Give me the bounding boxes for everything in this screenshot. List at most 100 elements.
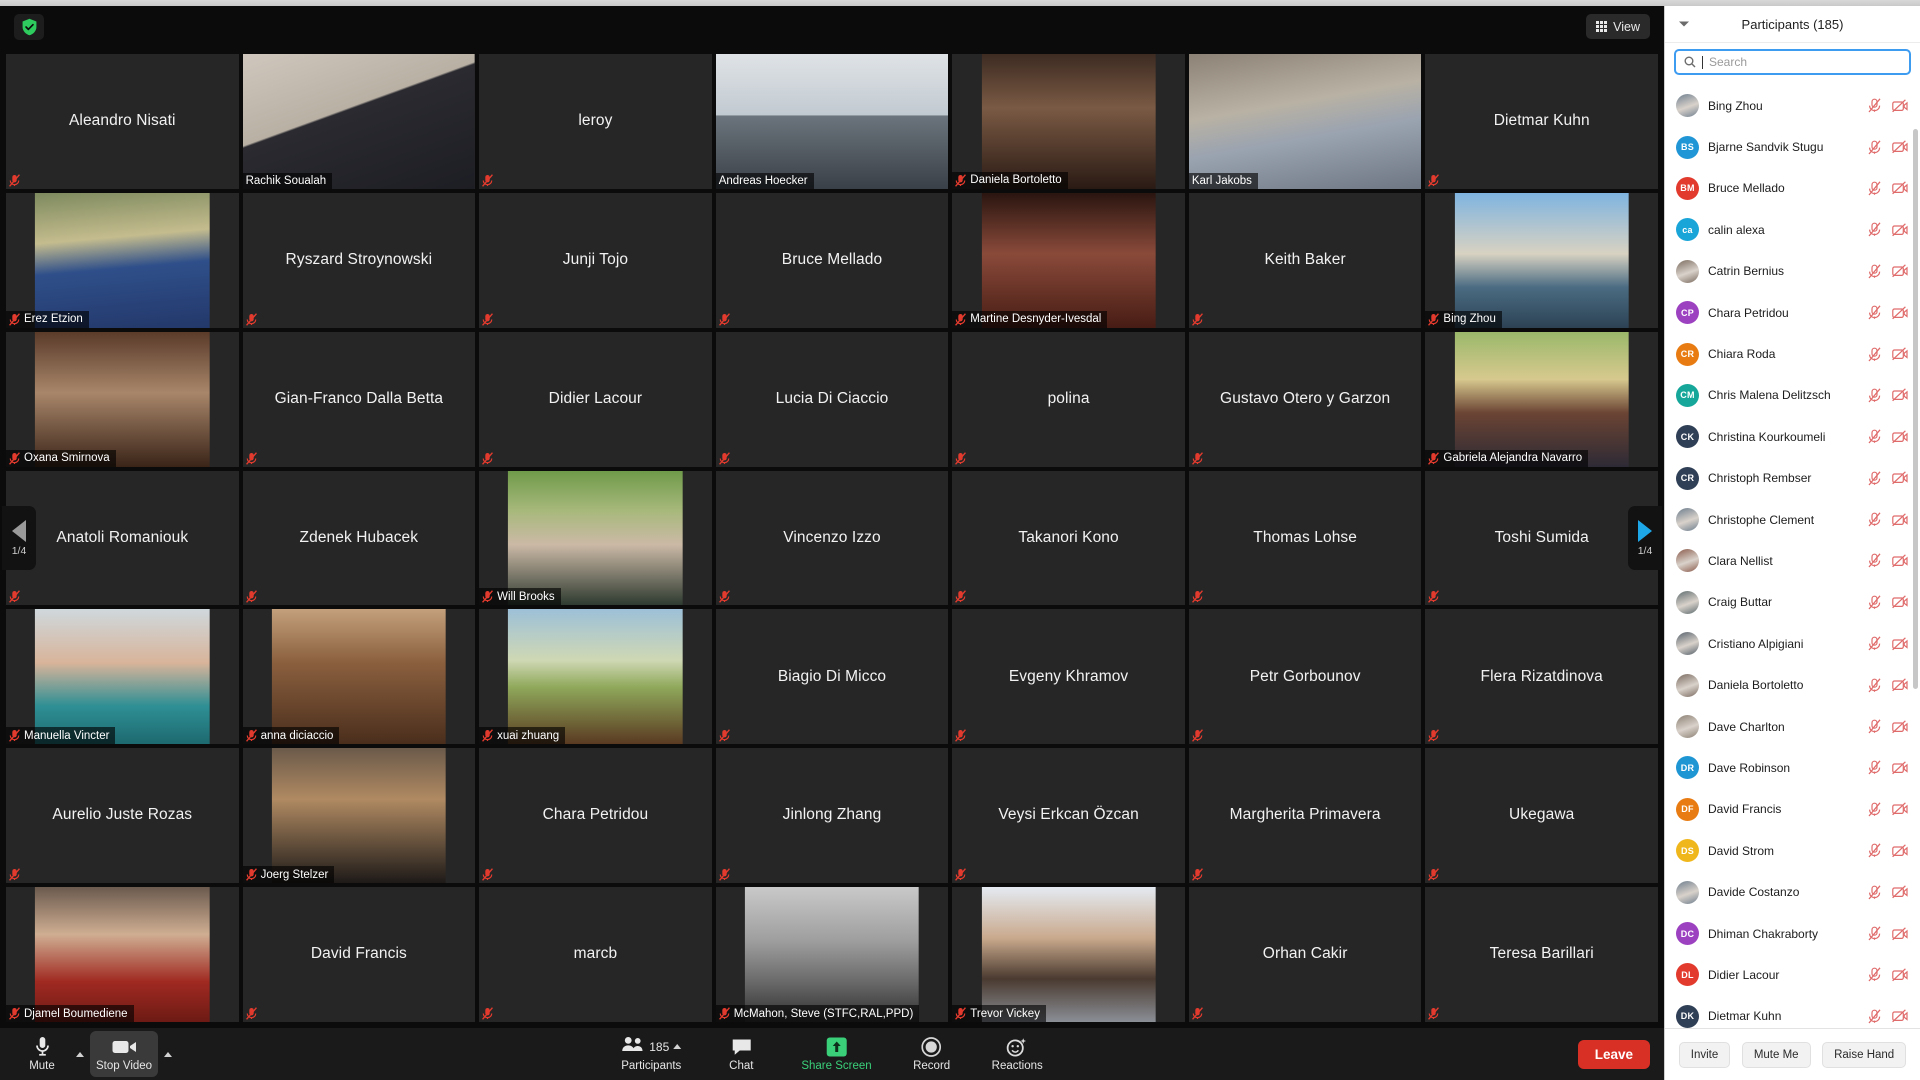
video-tile[interactable]: Dietmar Kuhn (1425, 54, 1658, 189)
video-off-icon[interactable] (1892, 554, 1908, 568)
mic-muted-icon[interactable] (1868, 1009, 1881, 1024)
mic-muted-icon[interactable] (1868, 843, 1881, 858)
video-tile[interactable]: Erez Etzion (6, 192, 239, 328)
participants-list[interactable]: Bing Zhou BS Bjarne Sandvik Stugu BM Bruce… (1665, 83, 1920, 1028)
participant-row[interactable]: DF David Francis (1665, 789, 1920, 830)
video-off-icon[interactable] (1892, 140, 1908, 154)
participant-row[interactable]: CR Chiara Roda (1665, 333, 1920, 374)
video-tile[interactable]: Evgeny Khramov (952, 609, 1185, 745)
video-tile[interactable]: Joerg Stelzer (242, 748, 476, 884)
video-off-icon[interactable] (1892, 512, 1908, 527)
video-tile[interactable]: Teresa Barillari (1425, 887, 1658, 1022)
previous-page-button[interactable]: 1/4 (2, 506, 36, 570)
mic-muted-icon[interactable] (1868, 760, 1881, 775)
video-tile[interactable]: Anatoli Romaniouk (6, 470, 239, 606)
video-off-icon[interactable] (1892, 181, 1908, 195)
view-button[interactable]: View (1586, 14, 1650, 39)
participant-row[interactable]: Bing Zhou (1665, 85, 1920, 126)
share-screen-button[interactable]: Share Screen (795, 1031, 877, 1077)
video-off-icon[interactable] (1892, 264, 1908, 278)
video-tile[interactable]: Djamel Boumediene (6, 887, 239, 1022)
video-tile[interactable]: Ryszard Stroynowski (242, 192, 476, 328)
raise-hand-button[interactable]: Raise Hand (1822, 1041, 1907, 1068)
video-tile[interactable]: Aurelio Juste Rozas (6, 748, 239, 884)
video-off-icon[interactable] (1892, 595, 1908, 609)
video-tile[interactable]: Aleandro Nisati (6, 54, 239, 189)
participant-row[interactable]: BS Bjarne Sandvik Stugu (1665, 126, 1920, 167)
mic-muted-icon[interactable] (1868, 429, 1881, 444)
video-tile[interactable]: xuai zhuang (479, 609, 712, 745)
mic-muted-icon[interactable] (1868, 305, 1881, 320)
participant-row[interactable]: Clara Nellist (1665, 540, 1920, 581)
video-tile[interactable]: Karl Jakobs (1188, 54, 1422, 189)
video-tile[interactable]: marcb (479, 887, 712, 1022)
video-off-icon[interactable] (1892, 223, 1908, 237)
search-input[interactable] (1709, 55, 1901, 69)
mic-muted-icon[interactable] (1868, 512, 1881, 527)
video-off-icon[interactable] (1892, 926, 1908, 941)
video-off-icon[interactable] (1892, 388, 1908, 402)
participant-row[interactable]: DK Dietmar Kuhn (1665, 996, 1920, 1028)
video-tile[interactable]: Trevor Vickey (952, 887, 1185, 1022)
video-tile[interactable]: Takanori Kono (952, 470, 1185, 606)
video-tile[interactable]: Rachik Soualah (242, 54, 476, 189)
participant-row[interactable]: CP Chara Petridou (1665, 292, 1920, 333)
video-off-icon[interactable] (1892, 844, 1908, 858)
video-tile[interactable]: Manuella Vincter (6, 609, 239, 745)
leave-button[interactable]: Leave (1577, 1039, 1650, 1069)
video-tile[interactable]: Zdenek Hubacek (242, 470, 476, 606)
video-tile[interactable]: Chara Petridou (479, 748, 712, 884)
mic-muted-icon[interactable] (1868, 636, 1881, 651)
video-tile[interactable]: Ukegawa (1425, 748, 1658, 884)
mic-muted-icon[interactable] (1868, 139, 1881, 155)
video-tile[interactable]: Orhan Cakir (1188, 887, 1422, 1022)
video-tile[interactable]: Oxana Smirnova (6, 331, 239, 467)
security-button[interactable] (14, 14, 44, 40)
participants-button[interactable]: 185 Participants (615, 1031, 687, 1077)
video-off-icon[interactable] (1892, 471, 1908, 485)
mic-muted-icon[interactable] (1868, 926, 1881, 941)
video-off-icon[interactable] (1892, 637, 1908, 651)
mic-muted-icon[interactable] (1868, 222, 1881, 237)
stop-video-button[interactable]: Stop Video (90, 1031, 159, 1077)
mic-muted-icon[interactable] (1868, 388, 1881, 403)
mic-muted-icon[interactable] (1868, 884, 1881, 900)
participant-row[interactable]: Daniela Bortoletto (1665, 664, 1920, 705)
video-tile[interactable]: Bruce Mellado (715, 192, 949, 328)
mic-muted-icon[interactable] (1868, 719, 1881, 734)
video-tile[interactable]: leroy (479, 54, 712, 189)
mic-muted-icon[interactable] (1868, 967, 1881, 982)
video-off-icon[interactable] (1892, 99, 1908, 113)
participant-row[interactable]: Cristiano Alpigiani (1665, 623, 1920, 664)
invite-button[interactable]: Invite (1678, 1041, 1731, 1068)
video-tile[interactable]: Gabriela Alejandra Navarro (1425, 331, 1658, 467)
participant-row[interactable]: ca calin alexa (1665, 209, 1920, 250)
video-tile[interactable]: Andreas Hoecker (715, 54, 949, 189)
participant-row[interactable]: Davide Costanzo (1665, 871, 1920, 912)
video-tile[interactable]: Martine Desnyder-Ivesdal (952, 192, 1185, 328)
video-tile[interactable]: Keith Baker (1188, 192, 1422, 328)
video-off-icon[interactable] (1892, 347, 1908, 361)
video-off-icon[interactable] (1892, 885, 1908, 899)
chat-button[interactable]: Chat (713, 1031, 769, 1077)
participant-row[interactable]: DL Didier Lacour (1665, 954, 1920, 995)
participant-row[interactable]: BM Bruce Mellado (1665, 168, 1920, 209)
mic-muted-icon[interactable] (1868, 802, 1881, 817)
video-tile[interactable]: anna diciaccio (242, 609, 476, 745)
video-tile[interactable]: Petr Gorbounov (1188, 609, 1422, 745)
mic-muted-icon[interactable] (1868, 678, 1881, 693)
video-tile[interactable]: Toshi Sumida (1425, 470, 1658, 606)
mic-muted-icon[interactable] (1868, 471, 1881, 486)
mic-muted-icon[interactable] (1868, 553, 1881, 568)
video-tile[interactable]: Biagio Di Micco (715, 609, 949, 745)
video-tile[interactable]: Jinlong Zhang (715, 748, 949, 884)
video-tile[interactable]: Will Brooks (479, 470, 712, 606)
video-tile[interactable]: Gustavo Otero y Garzon (1188, 331, 1422, 467)
mic-muted-icon[interactable] (1868, 264, 1881, 279)
participant-row[interactable]: Christophe Clement (1665, 499, 1920, 540)
video-off-icon[interactable] (1892, 305, 1908, 320)
participant-row[interactable]: DC Dhiman Chakraborty (1665, 913, 1920, 954)
video-tile[interactable]: Vincenzo Izzo (715, 470, 949, 606)
participant-row[interactable]: CR Christoph Rembser (1665, 458, 1920, 499)
video-off-icon[interactable] (1892, 761, 1908, 775)
